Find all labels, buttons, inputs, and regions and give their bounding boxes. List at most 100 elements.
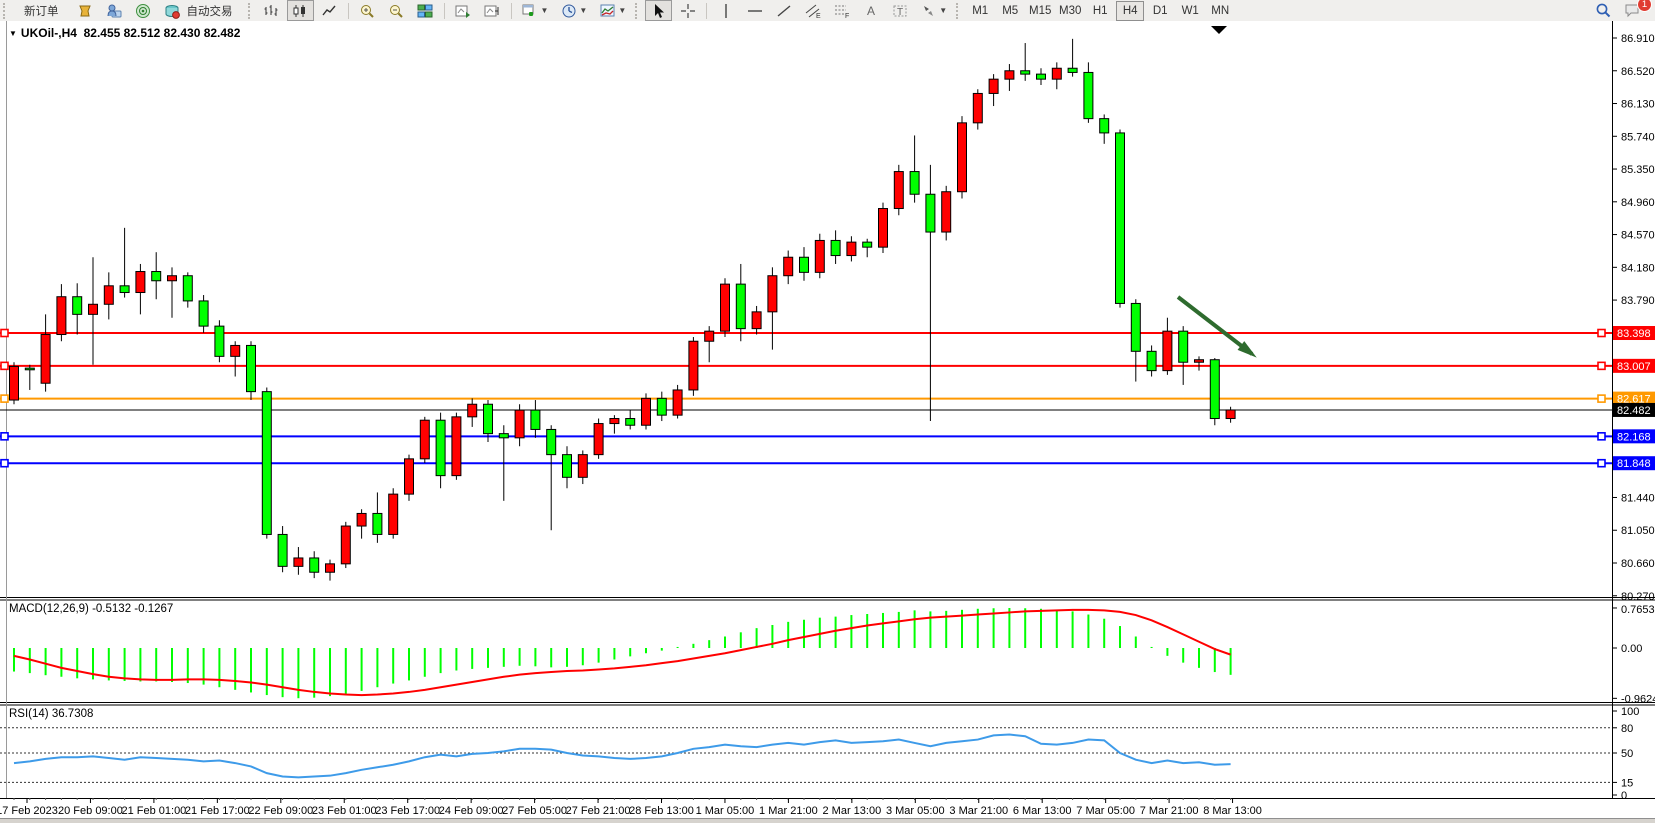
candle-body — [278, 534, 287, 566]
candle-body — [1116, 133, 1125, 304]
new-chart-button[interactable]: ▼ — [517, 0, 554, 21]
candle-body — [973, 93, 982, 122]
svg-text:84.960: 84.960 — [1621, 197, 1655, 209]
candle-body — [626, 419, 635, 426]
svg-text:84.570: 84.570 — [1621, 230, 1655, 242]
candle-body — [721, 284, 730, 331]
candle-body — [405, 459, 414, 494]
timeframe-button-h4[interactable]: H4 — [1116, 1, 1144, 21]
svg-text:0.00: 0.00 — [1621, 643, 1642, 655]
candle-body — [468, 404, 477, 417]
clock-icon — [560, 2, 577, 19]
svg-text:2 Mar 13:00: 2 Mar 13:00 — [822, 805, 881, 817]
candle-body — [104, 286, 113, 304]
chart-bars-icon[interactable] — [258, 0, 285, 21]
svg-text:0: 0 — [1621, 790, 1627, 802]
equidistant-channel-icon[interactable]: E — [799, 0, 826, 21]
new-chart-icon — [522, 2, 539, 19]
timeframe-button-m1[interactable]: M1 — [966, 1, 994, 21]
svg-text:27 Feb 21:00: 27 Feb 21:00 — [566, 805, 631, 817]
autotrading-button[interactable]: 自动交易 — [159, 0, 244, 21]
auto-scroll-icon[interactable] — [450, 0, 477, 21]
candle-body — [831, 240, 840, 255]
toolbar-grip[interactable] — [3, 3, 9, 19]
candle-body — [673, 390, 682, 415]
timeframe-button-w1[interactable]: W1 — [1176, 1, 1204, 21]
navigator-icon[interactable] — [101, 0, 128, 21]
candle-body — [215, 326, 224, 356]
svg-text:0.7653: 0.7653 — [1621, 604, 1655, 616]
market-watch-icon[interactable] — [72, 0, 99, 21]
svg-text:T: T — [897, 7, 903, 18]
search-icon[interactable] — [1590, 0, 1617, 21]
crosshair-icon[interactable] — [674, 0, 701, 21]
timeframe-button-m15[interactable]: M15 — [1026, 1, 1054, 21]
cursor-icon[interactable] — [645, 0, 672, 21]
notification-badge: 1 — [1637, 0, 1652, 12]
svg-text:83.398: 83.398 — [1617, 328, 1651, 340]
notifications-button[interactable]: 1 — [1619, 0, 1646, 21]
candle-body — [436, 420, 445, 475]
timeframe-button-d1[interactable]: D1 — [1146, 1, 1174, 21]
dropdown-arrow-icon: ▼ — [939, 6, 947, 15]
zoom-out-icon[interactable] — [383, 0, 410, 21]
svg-text:100: 100 — [1621, 706, 1639, 718]
svg-text:85.350: 85.350 — [1621, 164, 1655, 176]
candle-body — [73, 297, 82, 315]
trendline-icon[interactable] — [770, 0, 797, 21]
candle-body — [1226, 410, 1235, 419]
svg-text:-0.9624: -0.9624 — [1621, 693, 1655, 705]
new-order-button[interactable]: 新订单 — [13, 0, 70, 21]
svg-text:8 Mar 13:00: 8 Mar 13:00 — [1203, 805, 1262, 817]
price-chart-canvas[interactable]: 83.39883.00782.61782.16881.84882.48286.9… — [0, 21, 1655, 823]
svg-text:82.168: 82.168 — [1617, 431, 1651, 443]
candle-body — [373, 513, 382, 534]
candle-body — [499, 434, 508, 438]
text-label-icon[interactable]: T — [886, 0, 913, 21]
period-button[interactable]: ▼ — [555, 0, 592, 21]
macd-indicator-label: MACD(12,26,9) -0.5132 -0.1267 — [9, 603, 173, 615]
candle-body — [89, 304, 98, 314]
candle-body — [610, 419, 619, 424]
svg-text:50: 50 — [1621, 748, 1633, 760]
timeframe-button-h1[interactable]: H1 — [1086, 1, 1114, 21]
text-icon[interactable]: A — [857, 0, 884, 21]
fibonacci-icon[interactable]: F — [828, 0, 855, 21]
zoom-in-icon[interactable] — [354, 0, 381, 21]
signals-icon[interactable] — [130, 0, 157, 21]
candle-body — [815, 240, 824, 272]
candle-body — [1163, 331, 1172, 370]
candle-body — [563, 455, 572, 478]
candle-body — [1100, 119, 1109, 133]
timeframe-button-m30[interactable]: M30 — [1056, 1, 1084, 21]
timeframe-button-mn[interactable]: MN — [1206, 1, 1234, 21]
tile-windows-icon[interactable] — [412, 0, 439, 21]
candle-body — [199, 301, 208, 326]
collapse-triangle-icon[interactable]: ▼ — [9, 29, 17, 38]
chart-line-icon[interactable] — [316, 0, 343, 21]
svg-text:81.440: 81.440 — [1621, 492, 1655, 504]
horizontal-line-icon[interactable] — [741, 0, 768, 21]
candle-body — [531, 410, 540, 429]
candle-body — [863, 242, 872, 247]
dropdown-arrow-icon: ▼ — [618, 6, 626, 15]
timeframe-button-m5[interactable]: M5 — [996, 1, 1024, 21]
candle-body — [594, 424, 603, 455]
candle-body — [689, 341, 698, 390]
toolbar-grip[interactable] — [248, 3, 254, 19]
svg-text:23 Feb 01:00: 23 Feb 01:00 — [312, 805, 377, 817]
svg-text:81.050: 81.050 — [1621, 525, 1655, 537]
svg-text:86.130: 86.130 — [1621, 99, 1655, 111]
svg-text:85.740: 85.740 — [1621, 131, 1655, 143]
arrows-button[interactable]: ▼ — [915, 0, 952, 21]
toolbar-grip[interactable] — [956, 3, 962, 19]
chart-shift-icon[interactable] — [479, 0, 506, 21]
rsi-indicator-label: RSI(14) 36.7308 — [9, 708, 93, 720]
candle-body — [958, 123, 967, 192]
chart-candles-icon[interactable] — [287, 0, 314, 21]
toolbar-grip[interactable] — [635, 3, 641, 19]
vertical-line-icon[interactable] — [712, 0, 739, 21]
candle-body — [357, 513, 366, 526]
candle-body — [1147, 351, 1156, 370]
indicators-button[interactable]: ▼ — [594, 0, 631, 21]
